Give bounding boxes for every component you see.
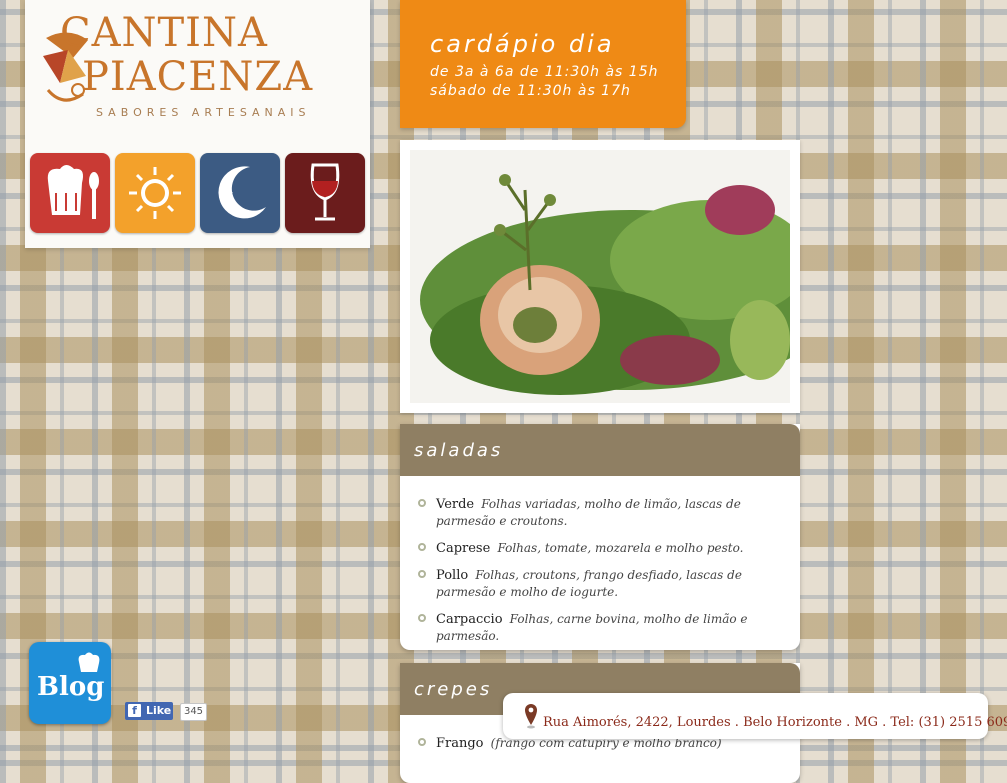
logo-tagline: SABORES ARTESANAIS — [96, 106, 311, 119]
list-item: Caprese Folhas, tomate, mozarela e molho… — [418, 540, 768, 557]
facebook-icon: f — [128, 704, 141, 717]
address-bar: Rua Aimorés, 2422, Lourdes . Belo Horizo… — [503, 693, 1007, 739]
item-name: Frango — [436, 736, 484, 751]
photo-frame — [400, 140, 800, 413]
salad-photo — [410, 150, 790, 403]
salads-section: saladas Verde Folhas variadas, molho de … — [400, 424, 800, 650]
logo-name-line1: CANTINA — [60, 10, 268, 56]
nav-tile-dinner[interactable] — [200, 153, 280, 233]
item-description: Folhas variadas, molho de limão, lascas … — [436, 497, 741, 528]
menu-of-the-day-title: cardápio dia — [430, 30, 615, 58]
like-count: 345 — [180, 703, 207, 721]
item-name: Verde — [436, 497, 475, 512]
facebook-like-button[interactable]: f Like — [125, 702, 173, 720]
list-item: Verde Folhas variadas, molho de limão, l… — [418, 496, 768, 530]
map-pin-icon — [525, 704, 537, 729]
bullet-icon — [418, 543, 426, 551]
crepes-title: crepes — [414, 679, 493, 700]
salads-title: saladas — [414, 440, 504, 461]
item-description: Folhas, tomate, mozarela e molho pesto. — [497, 541, 744, 555]
item-name: Caprese — [436, 541, 491, 556]
salads-header: saladas — [400, 424, 800, 476]
crepes-list: Frango (frango com catupiry e molho bran… — [418, 735, 768, 762]
bullet-icon — [418, 570, 426, 578]
weekday-hours: de 3a à 6a de 11:30h às 15h — [430, 64, 659, 80]
bullet-icon — [418, 738, 426, 746]
logo-name-line2: PIACENZA — [82, 54, 314, 100]
saturday-hours: sábado de 11:30h às 17h — [430, 83, 631, 99]
chef-hat-spoon-icon — [47, 165, 99, 219]
logo[interactable]: CANTINA PIACENZA SABORES ARTESANAIS — [38, 10, 318, 125]
like-label: Like — [146, 704, 172, 717]
address-text: Rua Aimorés, 2422, Lourdes . Belo Horizo… — [543, 715, 1007, 730]
item-name: Carpaccio — [436, 612, 503, 627]
list-item: Carpaccio Folhas, carne bovina, molho de… — [418, 611, 768, 645]
blog-button[interactable]: Blog — [29, 642, 111, 724]
list-item: Pollo Folhas, croutons, frango desfiado,… — [418, 567, 768, 601]
nav-tile-lunch[interactable] — [115, 153, 195, 233]
item-name: Pollo — [436, 568, 469, 583]
item-description: Folhas, croutons, frango desfiado, lasca… — [436, 568, 742, 599]
bullet-icon — [418, 499, 426, 507]
sun-icon — [129, 167, 181, 219]
nav-tile-wine[interactable] — [285, 153, 365, 233]
wine-glass-icon — [310, 163, 340, 221]
blog-label: Blog — [37, 672, 105, 702]
bullet-icon — [418, 614, 426, 622]
nav-tile-chef[interactable] — [30, 153, 110, 233]
chef-hat-icon — [78, 652, 100, 672]
moon-star-icon — [218, 166, 266, 219]
salads-list: Verde Folhas variadas, molho de limão, l… — [418, 496, 768, 655]
hours-banner: cardápio dia de 3a à 6a de 11:30h às 15h… — [400, 0, 686, 128]
